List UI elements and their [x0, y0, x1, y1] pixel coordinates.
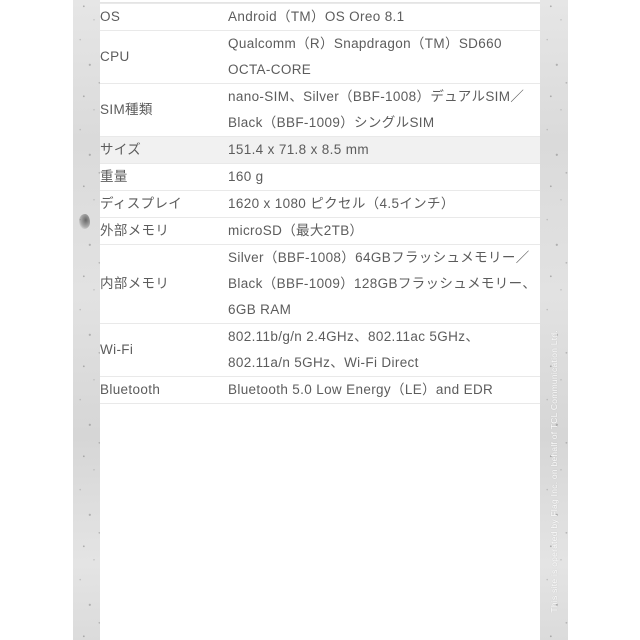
- table-row: ディスプレイ 1620 x 1080 ピクセル（4.5インチ）: [100, 190, 540, 218]
- spec-label-cell: ディスプレイ: [100, 190, 228, 218]
- spec-value-cell: Android（TM）OS Oreo 8.1: [228, 3, 540, 31]
- left-stone-texture-strip: [73, 0, 100, 640]
- spec-value-cell: Bluetooth 5.0 Low Energy（LE）and EDR: [228, 376, 540, 404]
- page-root: This site is operated by Flag Inc. on be…: [0, 0, 640, 640]
- spec-value-cell: 151.4 x 71.8 x 8.5 mm: [228, 136, 540, 164]
- table-row: OS Android（TM）OS Oreo 8.1: [100, 3, 540, 31]
- table-row: 重量 160 g: [100, 163, 540, 191]
- table-row: サイズ 151.4 x 71.8 x 8.5 mm: [100, 136, 540, 164]
- specifications-table-body: OS Android（TM）OS Oreo 8.1 CPU Qualcomm（R）Sn…: [100, 3, 540, 404]
- spec-value-cell: 802.11b/g/n 2.4GHz、802.11ac 5GHz、802.11a…: [228, 323, 540, 377]
- spec-value-cell: nano-SIM、Silver（BBF-1008）デュアルSIM／Black（B…: [228, 83, 540, 137]
- spec-label-cell: CPU: [100, 30, 228, 84]
- spec-label-cell: 内部メモリ: [100, 244, 228, 324]
- spec-value-cell: Silver（BBF-1008）64GBフラッシュメモリー／Black（BBF-…: [228, 244, 540, 324]
- table-row: CPU Qualcomm（R）Snapdragon（TM）SD660 OCTA-C…: [100, 30, 540, 84]
- specifications-table: OS Android（TM）OS Oreo 8.1 CPU Qualcomm（R）Sn…: [100, 3, 540, 404]
- table-row: Bluetooth Bluetooth 5.0 Low Energy（LE）and…: [100, 376, 540, 404]
- spec-label-cell: OS: [100, 3, 228, 31]
- spec-value-cell: 1620 x 1080 ピクセル（4.5インチ）: [228, 190, 540, 218]
- spec-label-cell: Wi-Fi: [100, 323, 228, 377]
- stone-pebble-speck: [79, 214, 90, 229]
- table-row: 外部メモリ microSD（最大2TB）: [100, 217, 540, 245]
- table-row: SIM種類 nano-SIM、Silver（BBF-1008）デュアルSIM／Bl…: [100, 83, 540, 137]
- table-row: Wi-Fi 802.11b/g/n 2.4GHz、802.11ac 5GHz、80…: [100, 323, 540, 377]
- spec-label-cell: Bluetooth: [100, 376, 228, 404]
- right-stone-texture-strip: [540, 0, 568, 640]
- spec-label-cell: サイズ: [100, 136, 228, 164]
- spec-value-cell: Qualcomm（R）Snapdragon（TM）SD660 OCTA-CORE: [228, 30, 540, 84]
- spec-label-cell: SIM種類: [100, 83, 228, 137]
- table-row: 内部メモリ Silver（BBF-1008）64GBフラッシュメモリー／Black…: [100, 244, 540, 324]
- spec-label-cell: 外部メモリ: [100, 217, 228, 245]
- spec-value-cell: microSD（最大2TB）: [228, 217, 540, 245]
- spec-value-cell: 160 g: [228, 163, 540, 191]
- spec-label-cell: 重量: [100, 163, 228, 191]
